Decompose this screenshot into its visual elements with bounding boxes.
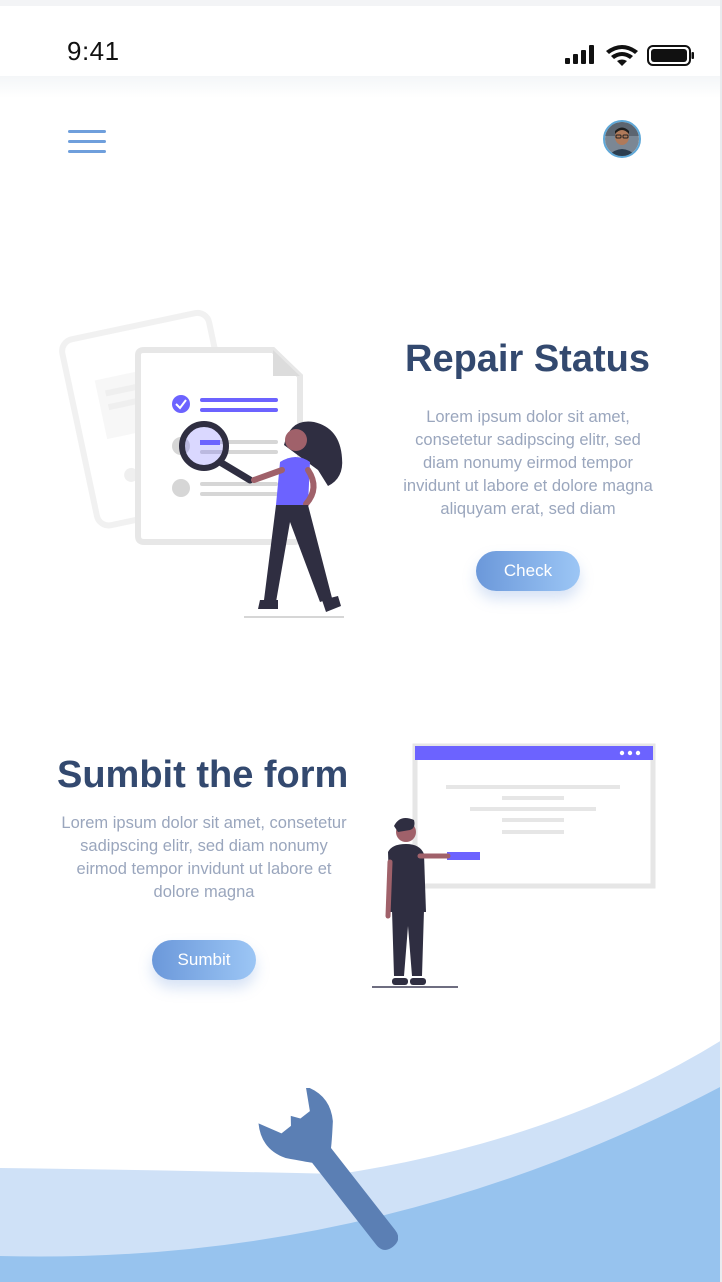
status-time: 9:41 (67, 36, 120, 66)
whiteboard-presenter-illustration (372, 743, 656, 988)
wrench-icon (258, 1088, 398, 1250)
signal-icon (565, 45, 594, 64)
repair-status-title: Repair Status (405, 338, 650, 380)
document-search-illustration (59, 309, 344, 618)
status-bar: 9:41 (0, 6, 722, 80)
battery-icon (647, 45, 694, 66)
status-bar-shadow (0, 76, 722, 98)
check-button[interactable]: Check (476, 551, 580, 591)
user-avatar[interactable] (603, 120, 641, 158)
submit-button[interactable]: Sumbit (152, 940, 256, 980)
repair-status-description: Lorem ipsum dolor sit amet, consetetur s… (403, 408, 653, 518)
submit-form-description: Lorem ipsum dolor sit amet, consetetur s… (61, 814, 347, 901)
status-icons (562, 42, 694, 75)
hamburger-menu-icon[interactable] (68, 130, 108, 156)
submit-form-title: Sumbit the form (57, 754, 349, 796)
wifi-icon (606, 45, 638, 66)
app-screen: 9:41 Repair Status Lorem ipsum dolor sit… (0, 0, 722, 1282)
